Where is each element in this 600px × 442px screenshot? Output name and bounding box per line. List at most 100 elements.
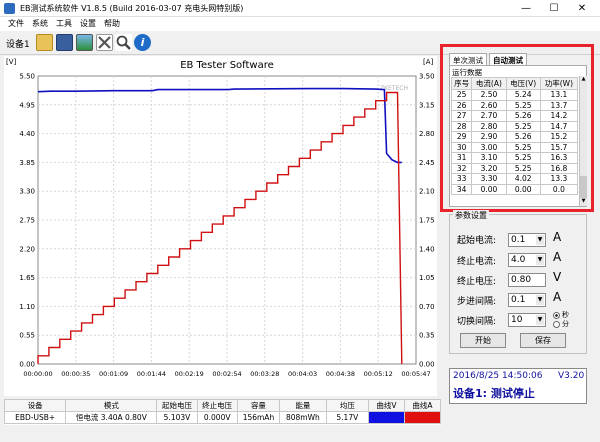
info-icon[interactable]: i	[134, 34, 151, 51]
menu-system[interactable]: 系统	[32, 18, 48, 29]
end-voltage-unit: V	[553, 270, 562, 284]
row-current: 2.70	[471, 110, 507, 122]
row-voltage: 5.25	[505, 99, 541, 111]
row-index: 27	[450, 110, 473, 122]
radio-seconds[interactable]	[553, 312, 560, 319]
x-tick-label: 00:04:38	[326, 370, 355, 378]
chart-title: EB Tester Software	[180, 60, 274, 71]
table-row[interactable]: 31 3.10 5.25 16.3	[450, 152, 579, 164]
device-mode: 恒电流 3.40A 0.80V	[65, 411, 158, 424]
row-power: 13.1	[539, 89, 579, 101]
close-button[interactable]: ✕	[568, 0, 596, 17]
tab-single-test[interactable]: 单次测试	[449, 53, 487, 65]
y-tick-right: 2.80	[419, 130, 435, 138]
row-voltage: 5.26	[505, 110, 541, 122]
row-power: 13.3	[539, 173, 579, 185]
table-row[interactable]: 27 2.70 5.26 14.2	[450, 110, 579, 122]
row-voltage: 5.25	[505, 162, 541, 174]
row-current: 2.90	[471, 131, 507, 143]
start-button[interactable]: 开始	[460, 333, 506, 348]
run-data-table: 序号 电流(A) 电压(V) 功率(W) 25 2.50 5.24 13.1 26 2.6…	[450, 77, 579, 195]
x-tick-label: 00:00:35	[61, 370, 90, 378]
right-unit-label: [A]	[423, 58, 434, 66]
curve-v-swatch[interactable]	[368, 411, 405, 424]
col-avg-voltage: 均压	[325, 399, 370, 412]
switch-interval-select[interactable]: 10 ▼	[508, 313, 546, 327]
save-button[interactable]: 保存	[520, 333, 566, 348]
tab-auto-test[interactable]: 自动测试	[489, 53, 527, 65]
row-current: 2.50	[471, 89, 507, 101]
step-select[interactable]: 0.1 ▼	[508, 293, 546, 307]
radio-minutes[interactable]	[553, 321, 560, 328]
table-row[interactable]: 34 0.00 0.00 0.0	[450, 183, 579, 195]
row-index: 28	[450, 120, 473, 132]
device-selector[interactable]: 设备1	[6, 37, 30, 50]
end-current-select[interactable]: 4.0 ▼	[508, 253, 546, 267]
start-current-value: 0.1	[511, 235, 526, 245]
menu-settings[interactable]: 设置	[80, 18, 96, 29]
x-tick-label: 00:03:28	[250, 370, 279, 378]
col-current: 电流(A)	[471, 77, 507, 90]
table-row[interactable]: 33 3.30 4.02 13.3	[450, 173, 579, 185]
scroll-thumb[interactable]	[580, 176, 587, 198]
scroll-down-icon[interactable]: ▼	[580, 198, 587, 206]
end-current-unit: A	[553, 250, 562, 264]
col-energy: 能量	[279, 399, 327, 412]
y-tick-left: 0.55	[19, 332, 35, 340]
params-group: 参数设置 起始电流: 0.1 ▼ A 终止电流: 4.0 ▼ A 终止电压: 0.8…	[449, 210, 587, 354]
curve-a-swatch[interactable]	[403, 411, 442, 424]
y-tick-left: 1.10	[19, 303, 35, 311]
open-folder-icon[interactable]	[36, 34, 53, 51]
table-row[interactable]: 25 2.50 5.24 13.1	[450, 89, 579, 101]
y-tick-left: 0.00	[19, 361, 35, 369]
minimize-button[interactable]: —	[512, 0, 540, 17]
status-datetime: 2016/8/25 14:50:06	[453, 371, 543, 381]
row-current: 2.80	[471, 120, 507, 132]
table-row[interactable]: 30 3.00 5.25 15.7	[450, 141, 579, 153]
end-voltage-input[interactable]: 0.80	[508, 273, 546, 287]
firmware-version: V3.20	[558, 371, 585, 381]
table-row[interactable]: EBD-USB+ 恒电流 3.40A 0.80V 5.103V 0.000V 1…	[3, 411, 442, 424]
y-tick-right: 0.35	[419, 332, 435, 340]
menu-help[interactable]: 帮助	[104, 18, 120, 29]
row-voltage: 5.26	[505, 131, 541, 143]
menu-tools[interactable]: 工具	[56, 18, 72, 29]
magnifier-icon[interactable]	[115, 34, 132, 51]
save-disk-icon[interactable]	[56, 34, 73, 51]
status-message: 设备1: 测试停止	[453, 387, 535, 400]
device-table: 设备 模式 起始电压 终止电压 容量 能量 均压 曲线V 曲线A EBD-USB…	[3, 399, 442, 424]
status-box: 2016/8/25 14:50:06 V3.20 设备1: 测试停止	[449, 368, 587, 404]
x-tick-label: 00:04:03	[288, 370, 317, 378]
table-row[interactable]: 32 3.20 5.25 16.8	[450, 162, 579, 174]
row-power: 14.7	[539, 120, 579, 132]
y-tick-right: 0.70	[419, 303, 435, 311]
maximize-button[interactable]: ☐	[540, 0, 568, 17]
table-row[interactable]: 29 2.90 5.26 15.2	[450, 131, 579, 143]
menu-file[interactable]: 文件	[8, 18, 24, 29]
end-current-label: 终止电流:	[457, 257, 497, 267]
col-end-voltage: 终止电压	[196, 399, 238, 412]
row-power: 15.2	[539, 131, 579, 143]
row-index: 25	[450, 89, 473, 101]
table-row[interactable]: 26 2.60 5.25 13.7	[450, 99, 579, 111]
tools-icon[interactable]	[96, 34, 113, 51]
run-data-scrollbar[interactable]: ▲ ▼	[579, 76, 587, 206]
col-curve-a: 曲线A	[403, 399, 442, 412]
row-power: 16.3	[539, 152, 579, 164]
step-label: 步进间隔:	[457, 297, 497, 307]
screenshot-icon[interactable]	[76, 34, 93, 51]
y-tick-left: 5.50	[19, 73, 35, 81]
row-power: 0.0	[539, 183, 579, 195]
params-title: 参数设置	[453, 210, 489, 221]
y-tick-right: 2.10	[419, 188, 435, 196]
table-row[interactable]: 28 2.80 5.25 14.7	[450, 120, 579, 132]
scroll-up-icon[interactable]: ▲	[580, 76, 587, 84]
col-start-voltage: 起始电压	[156, 399, 198, 412]
x-tick-label: 00:02:54	[212, 370, 241, 378]
start-current-select[interactable]: 0.1 ▼	[508, 233, 546, 247]
row-index: 31	[450, 152, 473, 164]
row-current: 2.60	[471, 99, 507, 111]
col-curve-v: 曲线V	[368, 399, 405, 412]
window-title: EB测试系统软件 V1.8.5 (Build 2016-03-07 充电头网特别…	[20, 4, 244, 13]
y-tick-left: 2.75	[19, 217, 35, 225]
